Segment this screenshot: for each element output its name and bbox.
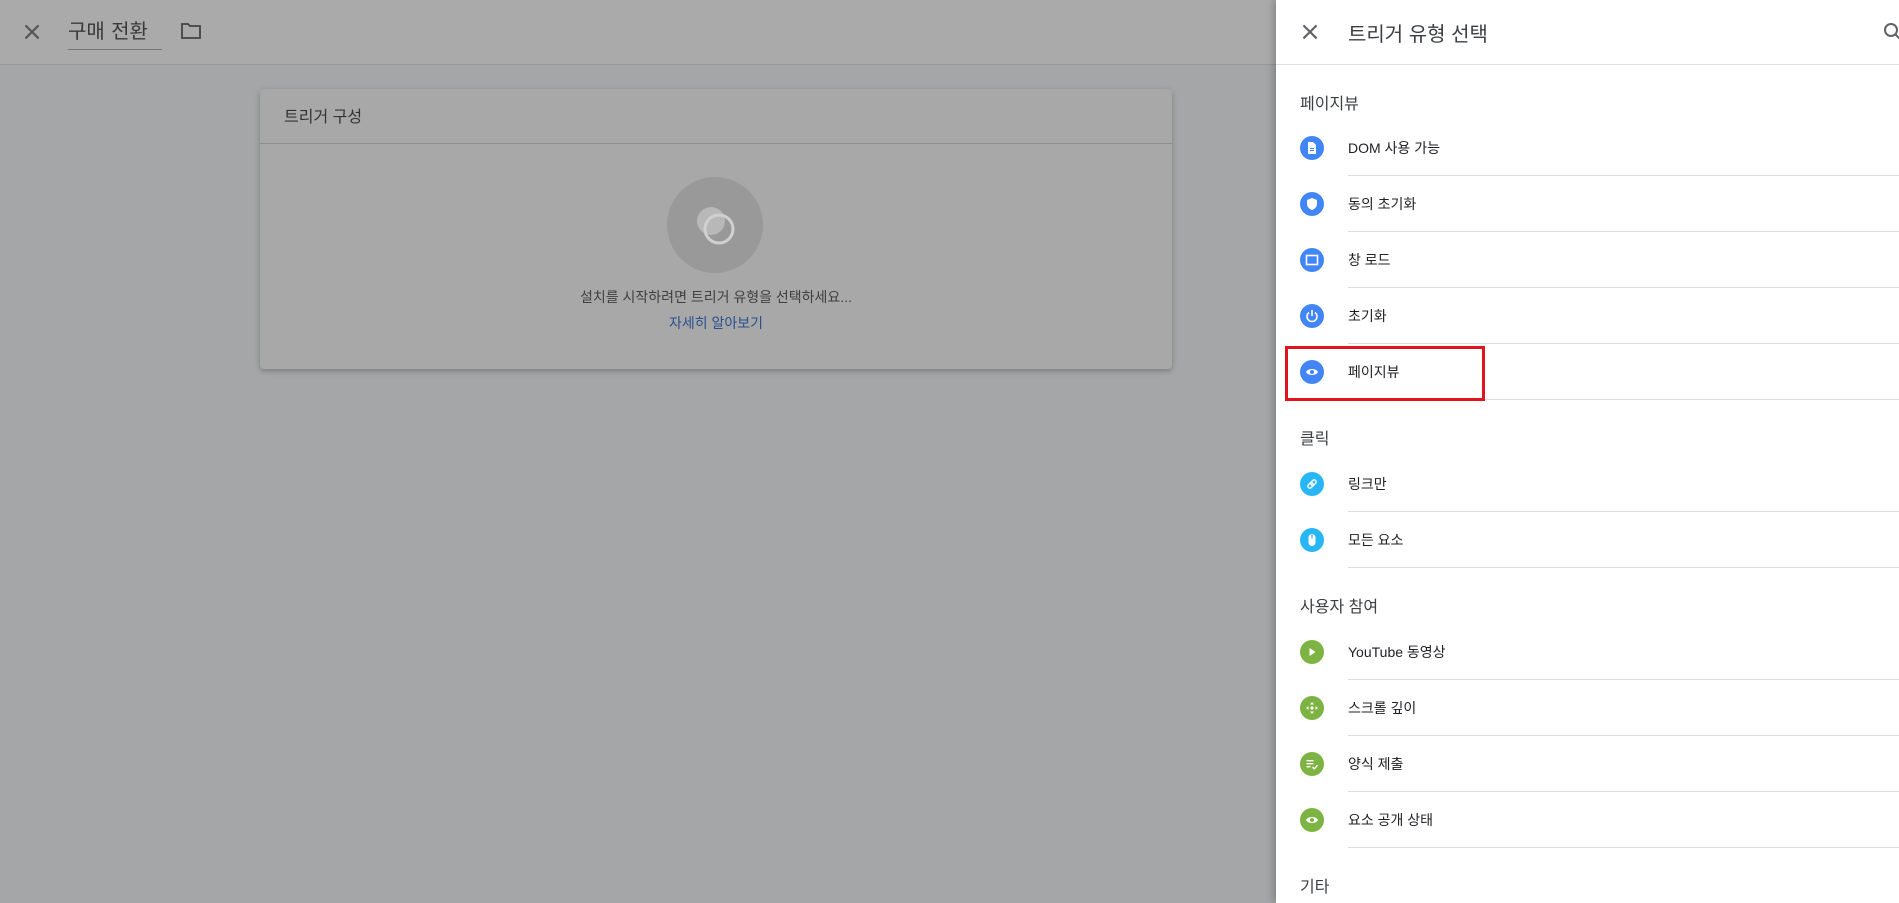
panel-header: × 트리거 유형 선택 xyxy=(1276,0,1899,65)
section-title-pageview: 페이지뷰 xyxy=(1300,96,1359,113)
trigger-item-label: 초기화 xyxy=(1348,308,1387,324)
trigger-item-initialization[interactable]: 초기화 xyxy=(1276,288,1899,344)
form-icon xyxy=(1300,752,1324,776)
shield-icon xyxy=(1300,192,1324,216)
trigger-item-all-elements[interactable]: 모든 요소 xyxy=(1276,512,1899,568)
trigger-item-label: 요소 공개 상태 xyxy=(1348,812,1434,828)
play-icon xyxy=(1300,640,1324,664)
learn-more-link[interactable]: 자세히 알아보기 xyxy=(260,313,1172,333)
item-divider xyxy=(1348,399,1899,400)
trigger-item-label: 스크롤 깊이 xyxy=(1348,700,1417,716)
panel-close-icon[interactable]: × xyxy=(1298,19,1322,45)
editor-close-icon[interactable]: × xyxy=(20,19,44,45)
trigger-config-card: 트리거 구성 설치를 시작하려면 트리거 유형을 선택하세요... 자세히 알아… xyxy=(260,89,1172,369)
trigger-item-label: 동의 초기화 xyxy=(1348,196,1417,212)
trigger-item-label: DOM 사용 가능 xyxy=(1348,140,1440,156)
trigger-item-just-links[interactable]: 링크만 xyxy=(1276,456,1899,512)
trigger-item-label: 양식 제출 xyxy=(1348,756,1404,772)
trigger-type-panel: × 트리거 유형 선택 페이지뷰 DOM 사용 가능 동의 초기화 창 로드 초… xyxy=(1276,0,1899,903)
trigger-item-form-submission[interactable]: 양식 제출 xyxy=(1276,736,1899,792)
card-message: 설치를 시작하려면 트리거 유형을 선택하세요... xyxy=(580,289,852,305)
mouse-icon xyxy=(1300,528,1324,552)
trigger-item-label: YouTube 동영상 xyxy=(1348,644,1446,660)
search-icon[interactable] xyxy=(1883,22,1899,42)
power-icon xyxy=(1300,304,1324,328)
trigger-item-label: 링크만 xyxy=(1348,476,1387,492)
trigger-item-label: 모든 요소 xyxy=(1348,532,1404,548)
item-divider xyxy=(1348,567,1899,568)
panel-title: 트리거 유형 선택 xyxy=(1348,24,1488,46)
section-title-user-engagement: 사용자 참여 xyxy=(1300,599,1379,616)
trigger-item-consent-init[interactable]: 동의 초기화 xyxy=(1276,176,1899,232)
section-title-other: 기타 xyxy=(1300,879,1330,896)
trigger-type-placeholder-icon[interactable] xyxy=(667,177,763,273)
trigger-name-field[interactable]: 구매 전환 xyxy=(68,16,162,50)
trigger-item-label: 창 로드 xyxy=(1348,252,1391,268)
trigger-item-dom-ready[interactable]: DOM 사용 가능 xyxy=(1276,120,1899,176)
card-title: 트리거 구성 xyxy=(284,109,363,126)
trigger-item-label: 페이지뷰 xyxy=(1348,364,1400,380)
eye-icon xyxy=(1300,808,1324,832)
document-icon xyxy=(1300,136,1324,160)
window-icon xyxy=(1300,248,1324,272)
folder-icon[interactable] xyxy=(180,21,202,41)
trigger-item-scroll-depth[interactable]: 스크롤 깊이 xyxy=(1276,680,1899,736)
card-divider xyxy=(260,143,1172,144)
eye-icon xyxy=(1300,360,1324,384)
trigger-item-pageview[interactable]: 페이지뷰 xyxy=(1276,344,1899,400)
trigger-item-youtube-video[interactable]: YouTube 동영상 xyxy=(1276,624,1899,680)
link-icon xyxy=(1300,472,1324,496)
move-icon xyxy=(1300,696,1324,720)
trigger-item-element-visibility[interactable]: 요소 공개 상태 xyxy=(1276,792,1899,848)
item-divider xyxy=(1348,847,1899,848)
trigger-item-window-loaded[interactable]: 창 로드 xyxy=(1276,232,1899,288)
section-title-click: 클릭 xyxy=(1300,431,1330,448)
